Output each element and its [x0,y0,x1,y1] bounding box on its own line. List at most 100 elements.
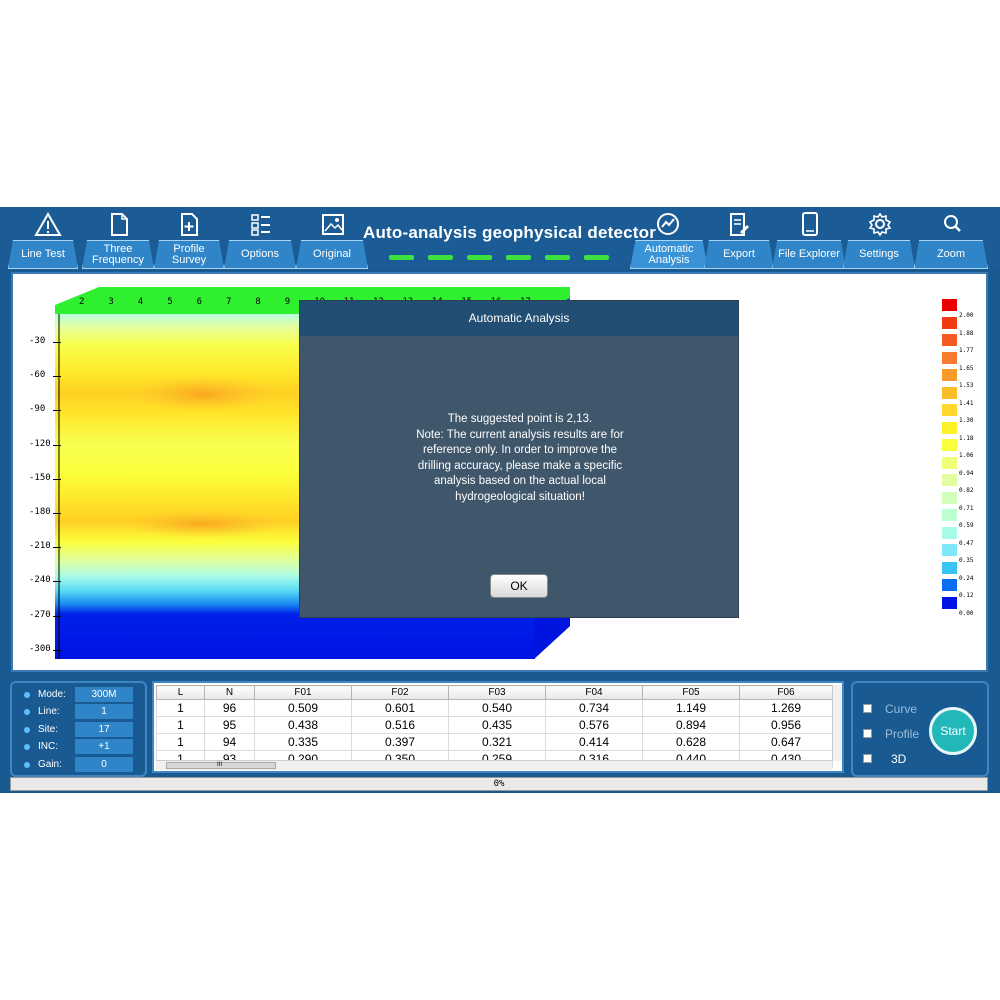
column-header[interactable]: F01 [254,685,352,700]
column-header[interactable]: L [156,685,205,700]
edit-icon[interactable] [723,210,753,238]
param-value[interactable]: 1 [75,704,133,719]
table-cell: 1 [156,733,205,751]
file-icon[interactable] [104,210,134,238]
list-icon[interactable] [246,210,276,238]
legend-swatch [942,579,957,591]
tablet-icon[interactable] [795,210,825,238]
legend-swatch [942,439,957,451]
tab-options[interactable]: Options [224,240,296,269]
tab-label: Three [103,242,133,255]
view-panel: Curve Profile 3D Start [851,681,989,777]
table-cell: 1 [156,716,205,734]
checkbox[interactable] [863,704,872,713]
y-tick-mark [53,547,61,549]
legend-label: 1.77 [959,347,974,354]
tab-export[interactable]: Export [704,240,774,269]
column-header[interactable]: F05 [642,685,740,700]
column-header[interactable]: F04 [545,685,643,700]
dialog-line: drilling accuracy, please make a specifi… [417,459,623,472]
tab-label: Options [241,248,279,260]
table-row[interactable]: 1 95 0.438 0.516 0.435 0.576 0.894 0.956 [156,716,833,734]
ok-button[interactable]: OK [490,574,548,598]
tab-label: Export [723,248,755,260]
table-cell: 0.540 [448,699,546,717]
y-tick-label: -150 [29,472,51,483]
column-header[interactable]: N [204,685,255,700]
param-value[interactable]: +1 [75,739,133,754]
column-header[interactable]: F03 [448,685,546,700]
legend-label: 0.24 [959,574,974,582]
search-icon[interactable] [937,210,967,238]
legend-swatch [942,544,957,556]
tab-profile-survey[interactable]: Profile Survey [154,240,224,269]
tab-three-frequency[interactable]: Three Frequency [82,240,154,269]
scroll-thumb-grip: III [217,762,223,768]
y-tick-label: -30 [29,336,46,346]
table-row[interactable]: 1 96 0.509 0.601 0.540 0.734 1.149 1.269 [156,699,833,717]
dialog-line: reference only. In order to improve the [422,444,618,456]
param-row-inc: INC: +1 [12,739,149,755]
data-table[interactable]: L N F01 F02 F03 F04 F05 F06 1 96 0.509 0.601 0.540 0… [152,681,844,773]
tab-label: Analysis [648,253,690,266]
title-dash [545,255,570,260]
tab-file-explorer[interactable]: File Explorer [772,240,846,269]
legend-label: 1.41 [959,399,974,407]
param-value[interactable]: 0 [75,757,133,772]
tab-label: Frequency [92,253,144,266]
header-bar: Auto-analysis geophysical detector Line … [0,207,1000,269]
legend-swatch [942,421,957,434]
tab-original[interactable]: Original [296,240,368,269]
column-header[interactable]: F06 [739,685,833,700]
legend-swatch [942,334,957,346]
tab-settings[interactable]: Settings [843,240,915,269]
y-tick-label: -300 [29,643,51,654]
table-body: 1 96 0.509 0.601 0.540 0.734 1.149 1.269 1 95 0.43… [156,699,833,768]
tab-automatic-analysis[interactable]: Automatic Analysis [630,240,708,269]
tab-line-test[interactable]: Line Test [8,240,78,269]
column-header[interactable]: F02 [351,685,449,700]
image-icon[interactable] [318,210,348,238]
y-tick-label: -180 [29,507,51,517]
table-cell: 0.647 [739,733,833,751]
tab-zoom[interactable]: Zoom [914,240,988,269]
param-label: Gain: [38,759,62,770]
start-button[interactable]: Start [929,707,977,755]
view-option-label: 3D [891,752,907,766]
hotspot [133,376,273,412]
table-cell: 0.335 [254,733,352,751]
y-tick-mark [53,410,61,412]
scroll-thumb[interactable]: III [166,762,276,769]
view-option-3d[interactable]: 3D [863,751,943,767]
chart-icon[interactable] [653,210,683,238]
automatic-analysis-dialog: Automatic Analysis The suggested point i… [299,300,739,618]
table-cell: 0.414 [545,733,643,751]
legend-label: 0.82 [959,487,974,494]
vertical-scrollbar[interactable] [832,685,842,761]
y-tick-mark [53,444,61,446]
x-tick-label: 9 [284,297,291,307]
add-file-icon[interactable] [174,210,204,238]
checkbox[interactable] [863,754,872,763]
legend-swatch [942,526,957,539]
legend-label: 1.06 [959,452,974,459]
x-tick-label: 2 [79,297,85,307]
legend-label: 0.71 [959,504,974,512]
x-tick-label: 7 [226,297,232,307]
param-value[interactable]: 17 [75,722,133,737]
param-value[interactable]: 300M [75,687,133,702]
title-dash [467,255,492,260]
dialog-message: The suggested point is 2,13. Note: The c… [300,412,740,505]
table-row[interactable]: 1 94 0.335 0.397 0.321 0.414 0.628 0.647 [156,733,833,751]
checkbox[interactable] [863,729,872,738]
horizontal-scrollbar[interactable]: III [156,760,832,770]
warning-icon[interactable] [33,210,63,238]
title-dash [428,255,453,260]
tab-label: Settings [859,248,899,260]
param-label: Line: [38,706,60,717]
gear-icon[interactable] [865,210,895,238]
view-option-curve[interactable]: Curve [863,701,943,717]
table-cell: 1 [156,699,205,717]
y-tick-mark [53,478,61,480]
y-tick-label: -120 [29,438,51,449]
